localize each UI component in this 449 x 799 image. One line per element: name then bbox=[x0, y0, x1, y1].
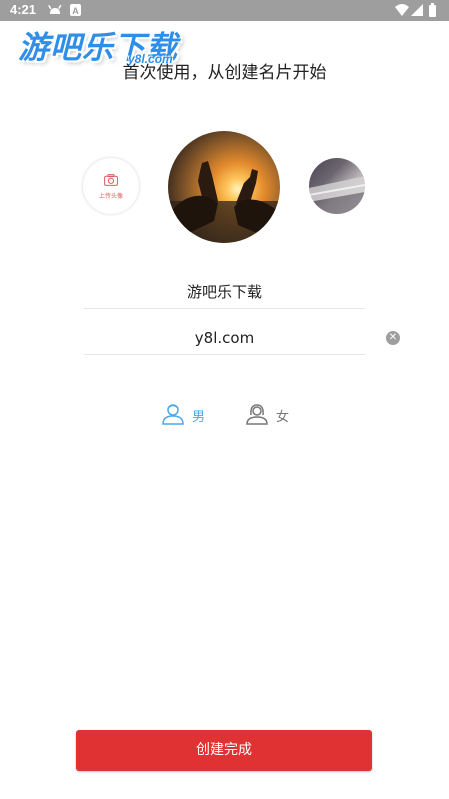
upload-avatar-label: 上传头像 bbox=[98, 193, 123, 200]
female-avatar-icon bbox=[246, 404, 268, 425]
alternate-avatar-image[interactable] bbox=[309, 158, 365, 214]
upload-avatar-button[interactable]: 上传头像 bbox=[83, 158, 139, 214]
second-field-underline bbox=[84, 354, 365, 355]
android-debug-icon bbox=[48, 4, 62, 14]
name-field[interactable]: 游吧乐下载 bbox=[84, 281, 365, 302]
gender-female-label: 女 bbox=[276, 410, 290, 425]
create-card-button[interactable]: 创建完成 bbox=[76, 730, 372, 771]
second-field[interactable]: y8l.com bbox=[84, 329, 365, 347]
camera-icon bbox=[104, 174, 118, 186]
status-time: 4:21 bbox=[10, 2, 37, 17]
selected-avatar-image[interactable] bbox=[168, 131, 280, 243]
signal-icon bbox=[411, 4, 423, 16]
svg-text:A: A bbox=[72, 6, 79, 16]
gender-male-label: 男 bbox=[192, 410, 206, 425]
status-bar: 4:21 A bbox=[0, 0, 449, 21]
gender-male-option[interactable]: 男 bbox=[161, 403, 221, 425]
wifi-icon bbox=[395, 4, 409, 16]
page-title: 首次使用，从创建名片开始 bbox=[122, 63, 327, 83]
beer-bottles-photo bbox=[168, 161, 280, 243]
gender-female-option[interactable]: 女 bbox=[245, 403, 305, 425]
laptop-keyboard-photo bbox=[309, 176, 365, 214]
notification-a-icon: A bbox=[70, 4, 81, 16]
clear-icon[interactable]: ✕ bbox=[386, 331, 400, 345]
battery-icon bbox=[429, 3, 436, 17]
male-avatar-icon bbox=[162, 404, 184, 425]
name-field-underline bbox=[84, 308, 365, 309]
